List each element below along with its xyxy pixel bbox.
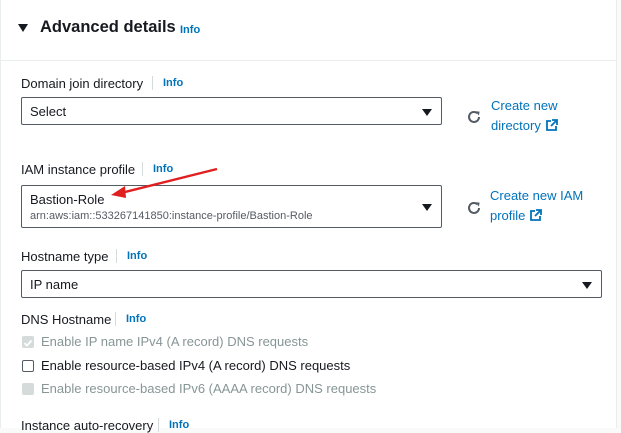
domain-join-info-link[interactable]: Info [163,77,183,89]
section-header[interactable]: Advanced details Info [1,0,616,61]
external-link-icon [545,119,558,131]
auto-recovery-info-link[interactable]: Info [169,419,189,431]
dns-hostname-info-link[interactable]: Info [126,313,146,325]
iam-profile-value: Bastion-Role [30,192,105,207]
divider [152,76,153,90]
checkmark-icon [23,339,33,347]
domain-join-label: Domain join directory [21,76,144,91]
domain-join-select[interactable]: Select [21,97,442,125]
chevron-down-icon [422,109,432,116]
hostname-type-value: IP name [30,277,79,292]
section-info-link[interactable]: Info [180,24,200,36]
hostname-type-info-link[interactable]: Info [127,250,147,262]
divider [116,249,117,263]
ipv6-resource-based-checkbox[interactable] [22,383,34,395]
refresh-icon[interactable] [465,199,483,217]
caret-down-icon[interactable] [18,24,28,32]
ipv4-resource-based-checkbox[interactable] [22,360,34,372]
auto-recovery-label: Instance auto-recovery [21,418,154,433]
ipv4-ip-name-checkbox[interactable] [22,336,34,348]
create-iam-profile-link[interactable]: Create new IAM profile [490,186,583,226]
section-title: Advanced details [40,18,176,36]
ipv6-resource-based-label: Enable resource-based IPv6 (AAAA record)… [41,381,377,396]
domain-join-value: Select [30,104,67,119]
advanced-details-panel: Advanced details Info Domain join direct… [0,0,617,433]
hostname-type-label: Hostname type [21,249,109,264]
iam-profile-arn: arn:aws:iam::533267141850:instance-profi… [30,210,313,222]
chevron-down-icon [582,282,592,289]
create-directory-link[interactable]: Create new directory [491,96,558,136]
ipv4-resource-based-label: Enable resource-based IPv4 (A record) DN… [41,358,351,373]
divider [158,418,159,432]
hostname-type-select[interactable]: IP name [21,270,602,298]
dns-hostname-label: DNS Hostname [21,312,112,327]
ipv4-ip-name-label: Enable IP name IPv4 (A record) DNS reque… [41,334,309,349]
external-link-icon [530,209,543,221]
chevron-down-icon [422,204,432,211]
annotation-arrow-icon [111,167,218,198]
iam-profile-select[interactable]: Bastion-Role arn:aws:iam::533267141850:i… [21,185,442,228]
divider [115,312,116,326]
refresh-icon[interactable] [465,108,483,126]
